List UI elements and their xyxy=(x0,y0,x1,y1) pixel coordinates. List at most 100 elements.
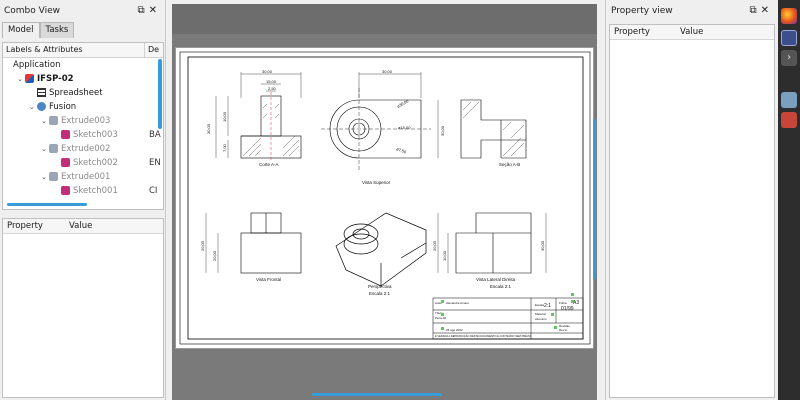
tree-item[interactable]: ⌄ Extrude003 xyxy=(3,114,163,128)
property-view-header: Property Value xyxy=(610,25,774,40)
property-view-table[interactable]: Property Value xyxy=(609,24,775,398)
chevron-down-icon[interactable]: ⌄ xyxy=(29,100,37,114)
tb-date: 25 ago 2022 xyxy=(446,328,463,332)
tb-sheet-number: 01/99 xyxy=(561,306,574,312)
dim-text-20-side: 20,00 xyxy=(432,240,437,251)
tree-item-label: Application xyxy=(13,60,61,70)
combo-property-header: Property Value xyxy=(3,219,163,234)
tree-item-label: Spreadsheet xyxy=(49,88,103,98)
tree-item-content: Spreadsheet xyxy=(29,86,103,100)
tree-horizontal-scrollbar[interactable] xyxy=(7,203,87,206)
extrude-icon xyxy=(49,144,58,153)
value-column-header[interactable]: Value xyxy=(65,219,96,233)
dim-text-20-front: 20,00 xyxy=(200,240,205,251)
tree-item[interactable]: Spreadsheet xyxy=(3,86,163,100)
tree-item[interactable]: ⌄ Extrude001 xyxy=(3,170,163,184)
tree-item-description: CI xyxy=(149,186,158,196)
top-view xyxy=(321,88,431,170)
tree-vertical-scrollbar[interactable] xyxy=(158,59,162,129)
tree-item-label: Fusion xyxy=(49,102,77,112)
combo-dock-buttons[interactable]: ⧉✕ xyxy=(137,0,161,22)
tree-item-content: ⌄ Extrude003 xyxy=(41,114,110,128)
tree-item[interactable]: ⌄ Fusion xyxy=(3,100,163,114)
tab-tasks[interactable]: Tasks xyxy=(39,22,75,38)
tree-item[interactable]: Sketch003 BA xyxy=(3,128,163,142)
drawing-horizontal-scrollbar[interactable] xyxy=(312,393,442,396)
sheet-inner-border xyxy=(187,56,584,340)
chevron-right-icon[interactable]: › xyxy=(781,50,797,66)
tb-scale-label: Escala xyxy=(535,303,544,307)
tree-item-content: ⌄ Extrude001 xyxy=(41,170,110,184)
property-view-dock-buttons[interactable]: ⧉✕ xyxy=(749,0,773,22)
rv-property-column-header[interactable]: Property xyxy=(610,25,676,39)
tb-author: Alexandre Amaro xyxy=(446,301,469,305)
tree-header: Labels & Attributes De xyxy=(3,43,163,58)
sketch-icon xyxy=(61,186,70,195)
label-vista-lateral-escala: Escala 2:1 xyxy=(490,284,512,289)
tree-item-label: IFSP-02 xyxy=(37,74,74,84)
tree-item-content: Application xyxy=(5,58,61,72)
tb-material-label: Material xyxy=(535,312,546,316)
tree-item[interactable]: Sketch001 CI xyxy=(3,184,163,198)
tree-header-labels[interactable]: Labels & Attributes xyxy=(3,43,145,57)
tree-item-description: EN xyxy=(149,158,161,168)
property-column-header[interactable]: Property xyxy=(3,219,65,233)
dim-text-d30: ø30,00 xyxy=(396,98,410,109)
tb-sheet-label: Folha xyxy=(559,301,567,305)
tree-item-content: ⌄ Fusion xyxy=(29,100,76,114)
combo-view-title-bar: Combo View ⧉✕ xyxy=(0,0,165,22)
freecad-icon[interactable] xyxy=(781,30,797,46)
spreadsheet-icon xyxy=(37,88,46,97)
chevron-down-icon[interactable]: ⌄ xyxy=(41,170,49,184)
label-vista-superior: Vista Superior xyxy=(362,180,391,185)
drawing-sheet[interactable]: 30,00 15,00 2,50 30,00 10,00 7,00 30,00 … xyxy=(175,47,594,349)
rv-value-column-header[interactable]: Value xyxy=(676,25,707,39)
label-vista-frontal: Vista Frontal xyxy=(256,277,281,282)
tree-item-content: Sketch001 xyxy=(53,184,118,198)
drawing-top-area xyxy=(172,4,597,34)
drawing-view[interactable]: 30,00 15,00 2,50 30,00 10,00 7,00 30,00 … xyxy=(172,4,597,400)
tree-header-description[interactable]: De xyxy=(145,43,162,57)
firefox-icon[interactable] xyxy=(781,8,797,24)
tree-item-content: ⌄ Extrude002 xyxy=(41,142,110,156)
sketch-icon xyxy=(61,130,70,139)
tree-item[interactable]: ⌄ IFSP-02 xyxy=(3,72,163,86)
tb-title: Peca-02 xyxy=(435,316,447,320)
dimension-lines xyxy=(205,72,547,273)
sketch-icon xyxy=(61,158,70,167)
tree-item[interactable]: Sketch002 EN xyxy=(3,156,163,170)
tree-item-content: Sketch002 xyxy=(53,156,118,170)
tab-model[interactable]: Model xyxy=(2,22,40,38)
tree-item-content: Sketch003 xyxy=(53,128,118,142)
app-icon-files[interactable] xyxy=(781,92,797,108)
extrude-icon xyxy=(49,172,58,181)
tb-footer: É VEDADA A REPRODUÇÃO DESTE DOCUMENTO E … xyxy=(435,333,531,338)
tree-item-content: ⌄ IFSP-02 xyxy=(17,72,74,86)
dim-text-2-5: 2,50 xyxy=(268,86,277,91)
chevron-down-icon[interactable]: ⌄ xyxy=(17,72,25,86)
combo-view-title: Combo View xyxy=(4,6,60,16)
dim-text-30-side: 30,00 xyxy=(540,240,545,251)
model-tree[interactable]: Labels & Attributes De Application ⌄ IFSP-… xyxy=(2,42,164,210)
technical-drawing: 30,00 15,00 2,50 30,00 10,00 7,00 30,00 … xyxy=(179,51,591,345)
dim-text-10: 10,00 xyxy=(222,111,227,122)
drawing-vertical-scrollbar[interactable] xyxy=(593,119,596,279)
app-icon-document[interactable] xyxy=(781,112,797,128)
section-view-a-a xyxy=(240,92,302,160)
fusion-icon xyxy=(37,102,46,111)
right-side-view xyxy=(455,212,532,274)
editable-field-markers xyxy=(441,293,574,330)
tree-item-label: Sketch003 xyxy=(73,130,118,140)
document-icon xyxy=(25,74,34,83)
dim-text-30-mid: 30,00 xyxy=(382,69,393,74)
extrude-icon xyxy=(49,116,58,125)
label-vista-lateral: Vista Lateral Direita xyxy=(476,277,516,282)
property-view-title: Property view xyxy=(611,6,673,16)
chevron-down-icon[interactable]: ⌄ xyxy=(41,114,49,128)
chevron-down-icon[interactable]: ⌄ xyxy=(41,142,49,156)
tree-rows: Application ⌄ IFSP-02 Spreadsheet ⌄ Fusion ⌄ Ex… xyxy=(3,58,163,198)
dim-text-d7-5: ø7,50 xyxy=(396,146,408,154)
tree-item[interactable]: ⌄ Extrude002 xyxy=(3,142,163,156)
dim-text-d15: ø15,00 xyxy=(398,125,411,130)
tree-item[interactable]: Application xyxy=(3,58,163,72)
